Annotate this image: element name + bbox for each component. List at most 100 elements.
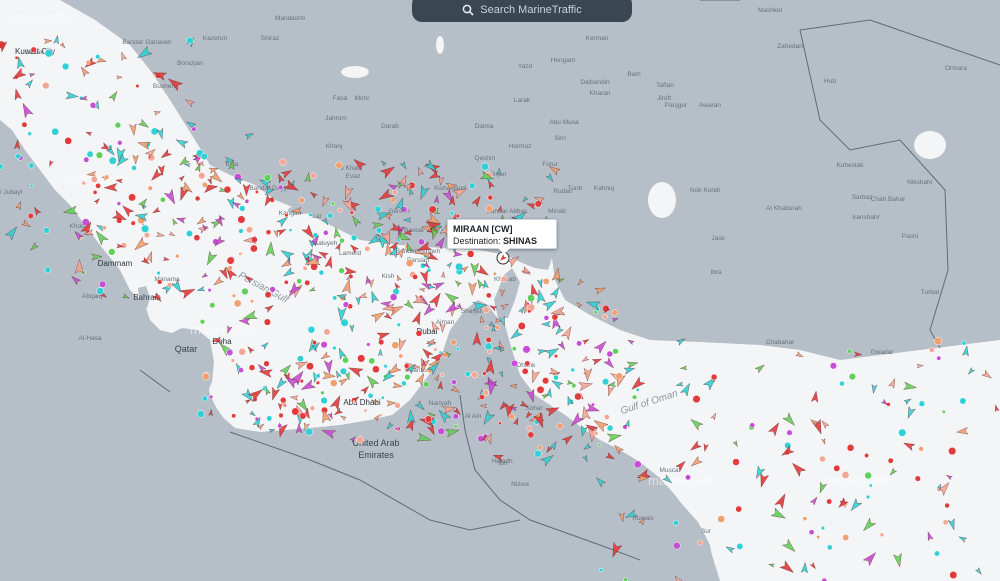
vessel-anchored-dot[interactable] bbox=[114, 122, 122, 129]
vessel-anchored-dot[interactable] bbox=[207, 288, 212, 293]
vessel-anchored-dot[interactable] bbox=[186, 36, 194, 45]
vessel-anchored-dot[interactable] bbox=[468, 182, 476, 190]
vessel-anchored-dot[interactable] bbox=[175, 253, 180, 259]
vessel-anchored-dot[interactable] bbox=[320, 341, 328, 349]
vessel-anchored-dot[interactable] bbox=[632, 394, 638, 400]
vessel-anchored-dot[interactable] bbox=[231, 293, 237, 298]
vessel-anchored-dot[interactable] bbox=[43, 227, 50, 234]
vessel-anchored-dot[interactable] bbox=[527, 431, 535, 439]
vessel-anchored-dot[interactable] bbox=[199, 319, 206, 325]
vessel-anchored-dot[interactable] bbox=[710, 373, 718, 381]
vessel-anchored-dot[interactable] bbox=[95, 151, 103, 159]
vessel-anchored-dot[interactable] bbox=[117, 140, 123, 146]
vessel-anchored-dot[interactable] bbox=[449, 210, 455, 216]
vessel-anchored-dot[interactable] bbox=[302, 265, 308, 271]
vessel-anchored-dot[interactable] bbox=[918, 400, 926, 407]
vessel-anchored-dot[interactable] bbox=[231, 413, 237, 419]
vessel-anchored-dot[interactable] bbox=[340, 318, 349, 327]
vessel-anchored-dot[interactable] bbox=[606, 424, 614, 432]
vessel-anchored-dot[interactable] bbox=[635, 387, 640, 392]
vessel-anchored-dot[interactable] bbox=[697, 539, 704, 546]
vessel-anchored-dot[interactable] bbox=[186, 230, 193, 238]
vessel-anchored-dot[interactable] bbox=[498, 421, 502, 425]
vessel-anchored-dot[interactable] bbox=[455, 346, 461, 352]
vessel-anchored-dot[interactable] bbox=[209, 302, 216, 309]
vessel-anchored-dot[interactable] bbox=[556, 422, 564, 430]
vessel-anchored-dot[interactable] bbox=[191, 126, 197, 132]
vessel-anchored-dot[interactable] bbox=[291, 407, 300, 416]
vessel-anchored-dot[interactable] bbox=[452, 413, 459, 420]
vessel-anchored-dot[interactable] bbox=[948, 447, 957, 456]
vessel-anchored-dot[interactable] bbox=[21, 121, 28, 128]
vessel-anchored-dot[interactable] bbox=[208, 394, 214, 400]
vessel-anchored-dot[interactable] bbox=[602, 313, 608, 320]
vessel-anchored-dot[interactable] bbox=[160, 196, 166, 203]
vessel-anchored-dot[interactable] bbox=[438, 350, 443, 355]
vessel-anchored-dot[interactable] bbox=[521, 367, 529, 375]
vessel-anchored-dot[interactable] bbox=[318, 269, 325, 276]
vessel-anchored-dot[interactable] bbox=[193, 234, 201, 242]
vessel-anchored-dot[interactable] bbox=[246, 226, 253, 234]
vessel-anchored-dot[interactable] bbox=[574, 392, 582, 401]
vessel-anchored-dot[interactable] bbox=[839, 380, 845, 387]
vessel-anchored-dot[interactable] bbox=[570, 367, 575, 373]
vessel-anchored-dot[interactable] bbox=[42, 81, 50, 90]
vessel-anchored-dot[interactable] bbox=[526, 425, 532, 432]
vessel-anchored-dot[interactable] bbox=[330, 201, 336, 206]
vessel-anchored-dot[interactable] bbox=[320, 396, 328, 405]
vessel-anchored-dot[interactable] bbox=[553, 354, 559, 359]
vessel-anchored-dot[interactable] bbox=[230, 358, 235, 363]
vessel-anchored-dot[interactable] bbox=[269, 286, 276, 293]
vessel-anchored-dot[interactable] bbox=[95, 182, 101, 189]
vessel-anchored-dot[interactable] bbox=[378, 339, 385, 346]
vessel-anchored-dot[interactable] bbox=[934, 550, 940, 557]
vessel-anchored-dot[interactable] bbox=[378, 413, 383, 418]
vessel-anchored-dot[interactable] bbox=[551, 313, 559, 321]
vessel-anchored-dot[interactable] bbox=[277, 423, 283, 429]
vessel-anchored-dot[interactable] bbox=[356, 436, 364, 444]
vessel-anchored-dot[interactable] bbox=[238, 251, 243, 256]
vessel-anchored-dot[interactable] bbox=[44, 49, 53, 58]
vessel-anchored-dot[interactable] bbox=[396, 322, 401, 327]
vessel-anchored-dot[interactable] bbox=[929, 347, 935, 353]
vessel-anchored-dot[interactable] bbox=[266, 415, 273, 422]
vessel-anchored-dot[interactable] bbox=[44, 266, 51, 274]
vessel-anchored-dot[interactable] bbox=[367, 392, 374, 399]
vessel-anchored-dot[interactable] bbox=[223, 185, 232, 194]
vessel-anchored-dot[interactable] bbox=[233, 299, 242, 308]
vessel-anchored-dot[interactable] bbox=[453, 424, 459, 429]
vessel-anchored-dot[interactable] bbox=[403, 363, 410, 369]
vessel-anchored-dot[interactable] bbox=[391, 341, 400, 350]
vessel-anchored-dot[interactable] bbox=[116, 201, 122, 206]
vessel-anchored-dot[interactable] bbox=[277, 184, 284, 190]
vessel-anchored-dot[interactable] bbox=[310, 172, 317, 179]
vessel-anchored-dot[interactable] bbox=[307, 325, 316, 334]
vessel-anchored-dot[interactable] bbox=[918, 446, 924, 452]
vessel-anchored-dot[interactable] bbox=[156, 270, 161, 276]
vessel-anchored-dot[interactable] bbox=[128, 193, 137, 202]
vessel-anchored-dot[interactable] bbox=[96, 287, 105, 295]
vessel-anchored-dot[interactable] bbox=[450, 339, 457, 346]
vessel-anchored-dot[interactable] bbox=[424, 415, 433, 423]
vessel-anchored-dot[interactable] bbox=[278, 412, 284, 419]
vessel-anchored-dot[interactable] bbox=[167, 282, 173, 288]
vessel-anchored-dot[interactable] bbox=[591, 402, 595, 407]
vessel-anchored-dot[interactable] bbox=[327, 212, 334, 219]
vessel-anchored-dot[interactable] bbox=[372, 365, 380, 374]
vessel-anchored-dot[interactable] bbox=[81, 180, 87, 186]
vessel-anchored-dot[interactable] bbox=[484, 325, 489, 330]
vessel-anchored-dot[interactable] bbox=[304, 279, 311, 286]
vessel-anchored-dot[interactable] bbox=[383, 364, 388, 369]
vessel-anchored-dot[interactable] bbox=[394, 426, 399, 431]
vessel-anchored-dot[interactable] bbox=[85, 60, 91, 65]
vessel-anchored-dot[interactable] bbox=[615, 372, 623, 380]
vessel-anchored-dot[interactable] bbox=[308, 212, 313, 217]
vessel-anchored-dot[interactable] bbox=[433, 347, 438, 352]
vessel-anchored-dot[interactable] bbox=[423, 381, 430, 388]
vessel-anchored-dot[interactable] bbox=[64, 137, 73, 145]
sea-map[interactable]: United ArabEmiratesQatarBahrain Persian G… bbox=[0, 0, 1000, 581]
vessel-anchored-dot[interactable] bbox=[511, 346, 517, 352]
vessel-anchored-dot[interactable] bbox=[401, 380, 407, 387]
vessel-anchored-dot[interactable] bbox=[829, 362, 837, 370]
vessel-anchored-dot[interactable] bbox=[846, 444, 855, 452]
